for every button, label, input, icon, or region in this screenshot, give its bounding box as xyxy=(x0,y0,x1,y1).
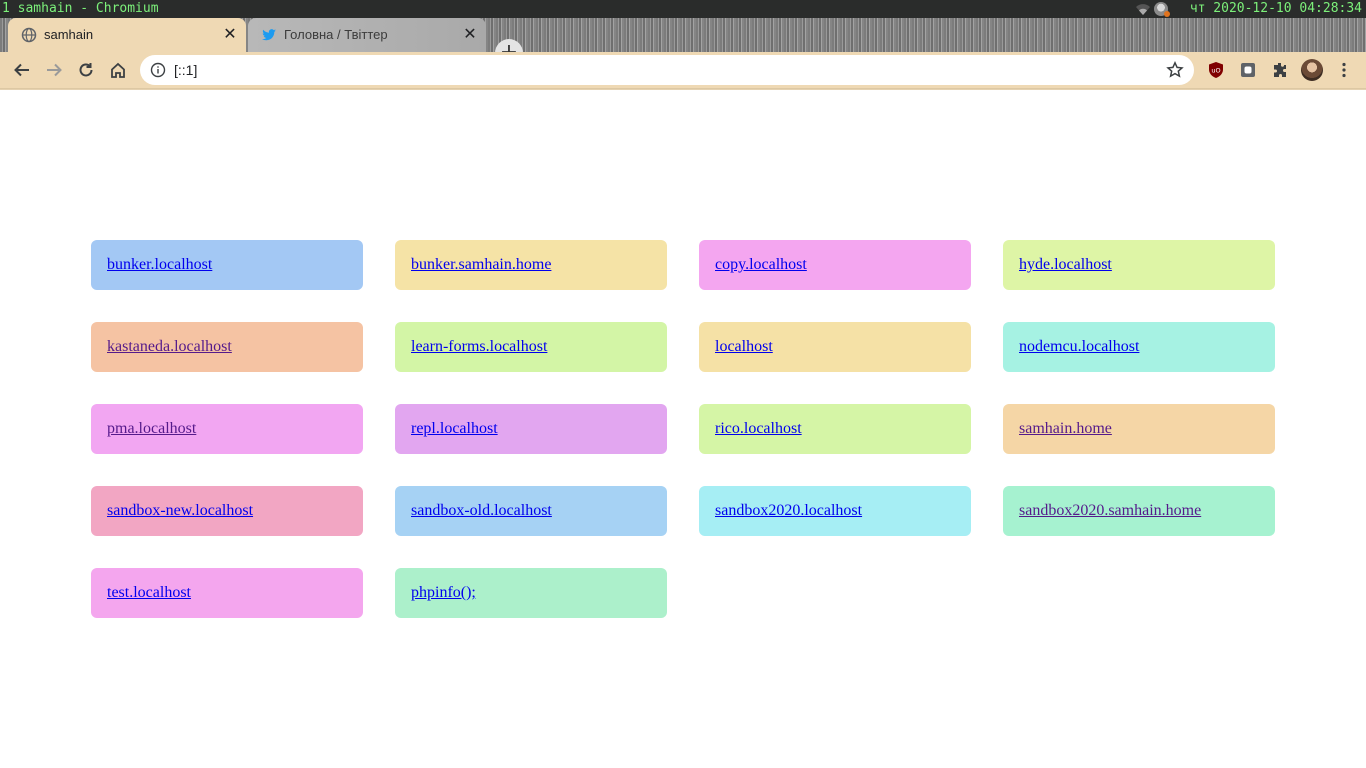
address-bar[interactable]: [::1] xyxy=(140,55,1194,85)
back-button[interactable] xyxy=(10,58,34,82)
site-link[interactable]: sandbox2020.localhost xyxy=(715,502,862,520)
site-link[interactable]: repl.localhost xyxy=(411,420,498,438)
globe-icon xyxy=(21,27,37,43)
extension-box-icon xyxy=(1241,63,1255,77)
tab-samhain[interactable]: samhain ✕ xyxy=(8,18,246,52)
site-link[interactable]: nodemcu.localhost xyxy=(1019,338,1139,356)
puzzle-icon xyxy=(1274,63,1286,77)
info-icon[interactable] xyxy=(150,62,166,78)
user-status-icon xyxy=(1154,2,1170,17)
site-link[interactable]: bunker.localhost xyxy=(107,256,212,274)
site-link[interactable]: test.localhost xyxy=(107,584,191,602)
tab-twitter[interactable]: Головна / Твіттер ✕ xyxy=(248,18,486,52)
window-title: 1 samhain - Chromium xyxy=(2,1,159,16)
link-card: sandbox2020.samhain.home xyxy=(1003,486,1275,536)
link-card: samhain.home xyxy=(1003,404,1275,454)
ublock-button[interactable]: uO xyxy=(1206,60,1226,80)
site-link[interactable]: hyde.localhost xyxy=(1019,256,1112,274)
site-link[interactable]: rico.localhost xyxy=(715,420,802,438)
link-card: nodemcu.localhost xyxy=(1003,322,1275,372)
link-card: sandbox2020.localhost xyxy=(699,486,971,536)
link-card: hyde.localhost xyxy=(1003,240,1275,290)
profile-avatar[interactable] xyxy=(1301,59,1323,81)
link-grid: bunker.localhost bunker.samhain.home copy.… xyxy=(91,240,1275,618)
twitter-icon xyxy=(262,29,276,41)
site-link[interactable]: pma.localhost xyxy=(107,420,196,438)
link-card: rico.localhost xyxy=(699,404,971,454)
tab-title: samhain xyxy=(44,27,94,42)
tab-strip: samhain ✕ Головна / Твіттер ✕ + xyxy=(0,18,1366,67)
menu-icon xyxy=(1342,62,1346,78)
close-icon[interactable]: ✕ xyxy=(222,27,238,43)
home-button[interactable] xyxy=(106,58,130,82)
bookmark-star-icon[interactable] xyxy=(1166,61,1184,79)
site-link[interactable]: sandbox-new.localhost xyxy=(107,502,253,520)
extension-box-button[interactable] xyxy=(1238,60,1258,80)
site-link[interactable]: phpinfo(); xyxy=(411,584,476,602)
site-link[interactable]: sandbox-old.localhost xyxy=(411,502,552,520)
link-card: sandbox-old.localhost xyxy=(395,486,667,536)
link-card: pma.localhost xyxy=(91,404,363,454)
back-icon xyxy=(14,63,29,77)
link-card: sandbox-new.localhost xyxy=(91,486,363,536)
site-link[interactable]: copy.localhost xyxy=(715,256,807,274)
wifi-icon xyxy=(1136,4,1150,15)
menu-button[interactable] xyxy=(1334,60,1354,80)
link-card: phpinfo(); xyxy=(395,568,667,618)
browser-toolbar: [::1] uO xyxy=(0,52,1366,90)
site-link[interactable]: bunker.samhain.home xyxy=(411,256,551,274)
system-bar: 1 samhain - Chromium чт 2020-12-10 04:28… xyxy=(0,0,1366,18)
site-link[interactable]: kastaneda.localhost xyxy=(107,338,232,356)
forward-icon xyxy=(47,63,62,77)
tab-title: Головна / Твіттер xyxy=(284,27,388,42)
link-card: copy.localhost xyxy=(699,240,971,290)
link-card: bunker.samhain.home xyxy=(395,240,667,290)
svg-text:uO: uO xyxy=(1211,67,1220,75)
extensions-button[interactable] xyxy=(1270,60,1290,80)
site-link[interactable]: sandbox2020.samhain.home xyxy=(1019,502,1201,520)
reload-icon xyxy=(79,63,93,77)
link-card: localhost xyxy=(699,322,971,372)
close-icon[interactable]: ✕ xyxy=(462,27,478,43)
link-card: learn-forms.localhost xyxy=(395,322,667,372)
reload-button[interactable] xyxy=(74,58,98,82)
link-card: kastaneda.localhost xyxy=(91,322,363,372)
site-link[interactable]: samhain.home xyxy=(1019,420,1112,438)
site-link[interactable]: learn-forms.localhost xyxy=(411,338,547,356)
forward-button[interactable] xyxy=(42,58,66,82)
clock: чт 2020-12-10 04:28:34 xyxy=(1189,1,1362,16)
site-link[interactable]: localhost xyxy=(715,338,773,356)
url-text[interactable]: [::1] xyxy=(174,55,197,85)
home-icon xyxy=(111,62,125,78)
link-card: repl.localhost xyxy=(395,404,667,454)
link-card: bunker.localhost xyxy=(91,240,363,290)
ublock-icon: uO xyxy=(1209,62,1223,78)
link-card: test.localhost xyxy=(91,568,363,618)
